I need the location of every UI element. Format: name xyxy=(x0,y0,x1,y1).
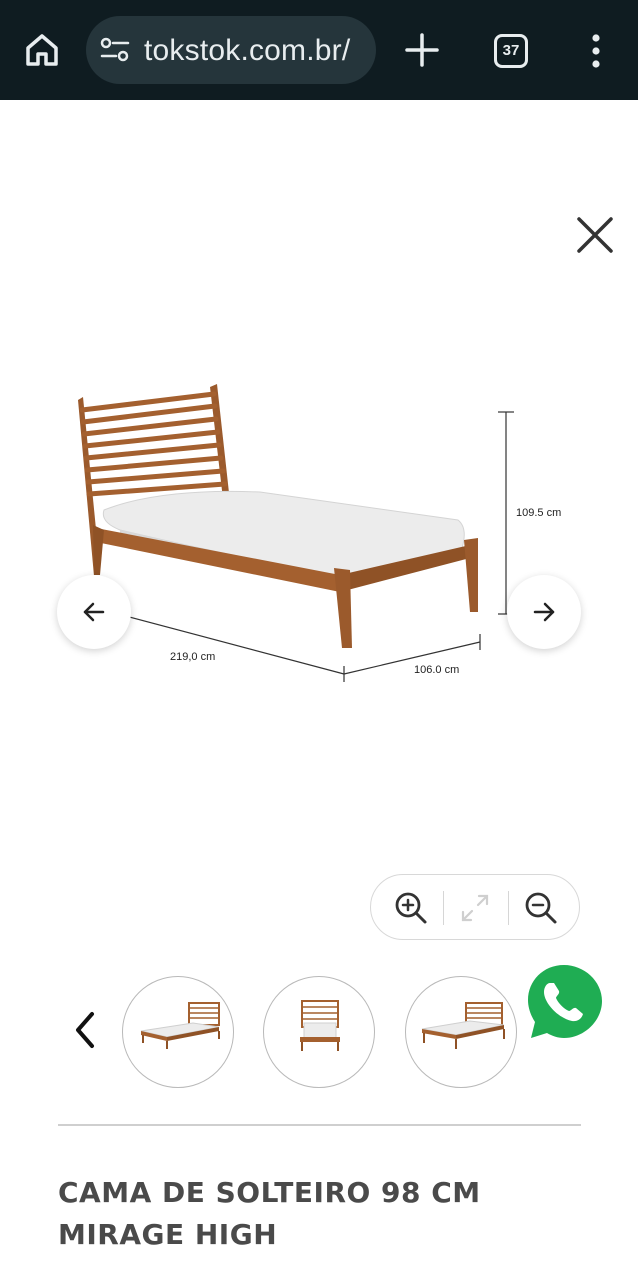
product-image: 109.5 cm 219,0 cm 106.0 cm xyxy=(78,384,561,682)
chevron-left-icon[interactable] xyxy=(66,1008,106,1052)
close-icon[interactable] xyxy=(574,214,616,256)
bed-thumbnail-image xyxy=(300,1000,340,1051)
zoom-out-icon[interactable] xyxy=(521,888,561,928)
thumbnail-1[interactable] xyxy=(122,976,234,1088)
arrow-right-icon xyxy=(533,602,555,622)
home-icon[interactable] xyxy=(22,30,62,70)
product-title-line-1: CAMA DE SOLTEIRO 98 CM xyxy=(58,1176,481,1209)
address-bar[interactable]: tokstok.com.br/ xyxy=(86,16,376,84)
divider xyxy=(443,891,444,925)
tab-switcher-button[interactable]: 37 xyxy=(494,34,528,68)
arrow-left-icon xyxy=(83,602,105,622)
thumbnail-2[interactable] xyxy=(263,976,375,1088)
divider xyxy=(58,1124,581,1126)
site-settings-icon[interactable] xyxy=(100,37,130,63)
next-image-button[interactable] xyxy=(507,575,581,649)
bed-thumbnail-image xyxy=(140,1002,220,1049)
product-title: CAMA DE SOLTEIRO 98 CM MIRAGE HIGH xyxy=(58,1172,598,1256)
zoom-controls xyxy=(370,874,580,940)
url-text: tokstok.com.br/ xyxy=(144,34,351,67)
dimension-length-label: 219,0 cm xyxy=(170,651,215,663)
thumbnail-3[interactable] xyxy=(405,976,517,1088)
fullscreen-icon[interactable] xyxy=(455,888,495,928)
new-tab-icon[interactable] xyxy=(404,32,440,68)
zoom-in-icon[interactable] xyxy=(391,888,431,928)
dimension-height-label: 109.5 cm xyxy=(516,507,561,519)
whatsapp-icon[interactable] xyxy=(516,955,612,1051)
more-menu-icon[interactable] xyxy=(584,34,608,68)
previous-image-button[interactable] xyxy=(57,575,131,649)
product-title-line-2: MIRAGE HIGH xyxy=(58,1218,278,1251)
dimension-width-label: 106.0 cm xyxy=(414,664,459,676)
divider xyxy=(508,891,509,925)
bed-thumbnail-image xyxy=(421,1002,505,1049)
browser-toolbar: tokstok.com.br/ 37 xyxy=(0,0,638,100)
